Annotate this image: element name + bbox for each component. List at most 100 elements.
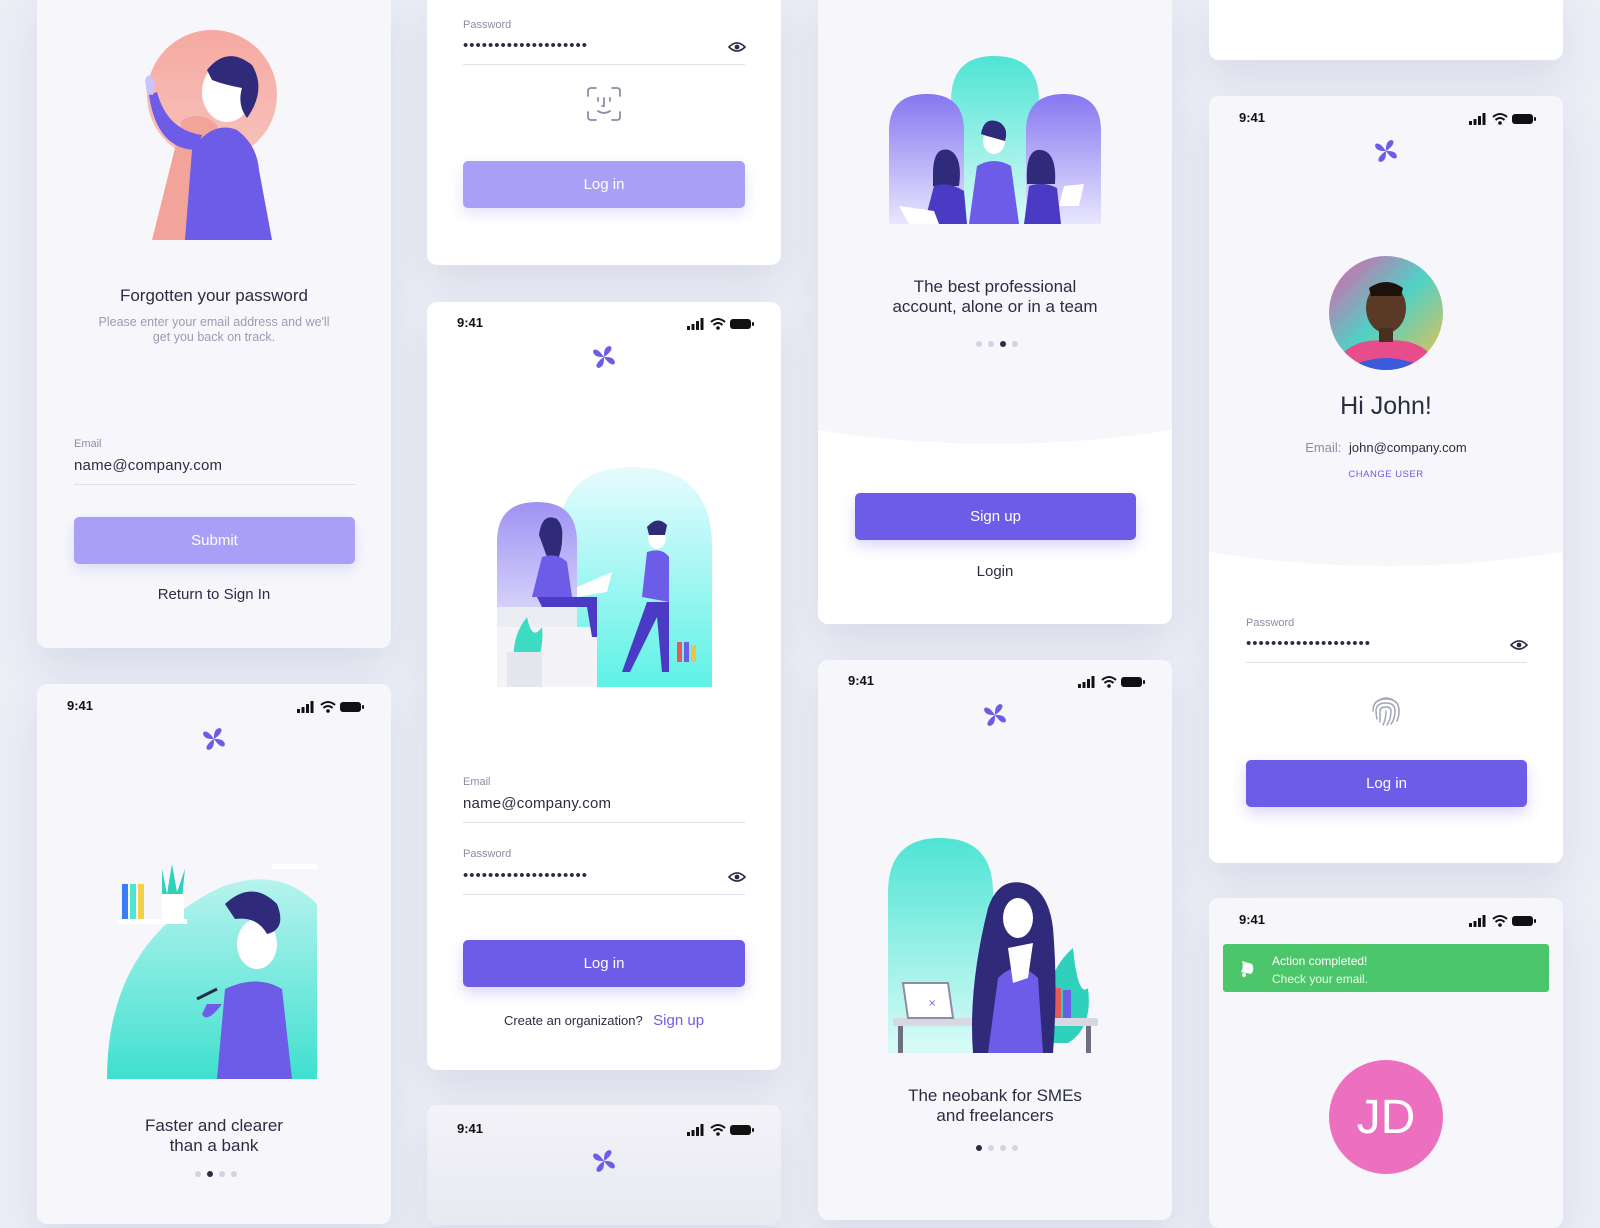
status-icons	[1469, 112, 1537, 126]
password-underline	[1246, 662, 1527, 663]
status-time: 9:41	[457, 1121, 484, 1136]
forgot-subtitle-line1: Please enter your email address and we'l…	[98, 315, 330, 329]
email-underline	[74, 484, 355, 485]
login-button[interactable]: Log in	[463, 940, 745, 987]
onboarding-team-screen: The best professional account, alone or …	[818, 0, 1172, 624]
eye-icon[interactable]	[1510, 639, 1528, 651]
avatar-initials: JD	[1356, 1090, 1416, 1144]
neobank-illustration: ×	[888, 838, 1098, 1053]
logo-icon	[201, 726, 227, 752]
fingerprint-icon[interactable]	[1369, 693, 1403, 727]
status-icons	[687, 1123, 755, 1137]
submit-button[interactable]: Submit	[74, 517, 355, 564]
password-field[interactable]: ••••••••••••••••••••	[463, 37, 588, 54]
change-user-link[interactable]: CHANGE USER	[1209, 469, 1563, 480]
svg-text:×: ×	[928, 998, 936, 1009]
bell-icon	[1241, 961, 1254, 977]
page-dot	[988, 341, 994, 347]
login-link[interactable]: Login	[818, 563, 1172, 580]
neobank-title-line1: The neobank for SMEs	[908, 1086, 1082, 1105]
sign-up-button[interactable]: Sign up	[855, 493, 1136, 540]
waving-person-illustration	[145, 30, 277, 240]
eye-icon[interactable]	[728, 871, 746, 883]
status-time: 9:41	[67, 698, 94, 713]
onboarding-neobank-screen: 9:41 × The neobank for SMEs and freelanc…	[818, 660, 1172, 1220]
email-label: Email:	[1305, 440, 1342, 455]
team-title-line1: The best professional	[913, 277, 1077, 296]
email-field[interactable]: name@company.com	[463, 795, 611, 812]
logo-icon	[1373, 138, 1399, 164]
top-right-screen	[1209, 0, 1563, 60]
coworkers-illustration	[497, 467, 712, 687]
faster-title-line1: Faster and clearer	[145, 1116, 283, 1135]
create-org-text: Create an organization?	[503, 1013, 643, 1028]
sign-up-link[interactable]: Sign up	[653, 1012, 704, 1029]
face-id-icon[interactable]	[586, 86, 622, 122]
welcome-back-screen: 9:41 Hi John! Email: john@company.com CH…	[1209, 96, 1563, 863]
status-time: 9:41	[457, 315, 484, 330]
team-illustration	[889, 56, 1101, 224]
status-bar: 9:41	[37, 698, 391, 718]
password-underline	[463, 64, 745, 65]
greeting: Hi John!	[1340, 392, 1432, 420]
splash-screen: 9:41	[427, 1105, 781, 1225]
toast-title: Action completed!	[1272, 954, 1368, 968]
login-screen: 9:41 Email name@company.com Password •••…	[427, 302, 781, 1070]
password-label: Password	[463, 19, 512, 31]
page-dot	[988, 1145, 994, 1151]
faster-title-line2: than a bank	[169, 1136, 259, 1155]
status-icons	[1469, 914, 1537, 928]
status-bar: 9:41	[427, 315, 781, 335]
status-time: 9:41	[848, 673, 875, 688]
page-dot	[195, 1171, 201, 1177]
status-bar: 9:41	[818, 673, 1172, 693]
forgot-subtitle-line2: get you back on track.	[152, 330, 276, 344]
email-label: Email	[74, 438, 102, 450]
neobank-title-line2: and freelancers	[936, 1106, 1054, 1125]
email-label: Email	[463, 776, 491, 788]
page-indicator	[976, 1145, 1018, 1151]
email-field[interactable]: name@company.com	[74, 457, 222, 474]
page-dot-active	[1000, 341, 1006, 347]
toast-message: Check your email.	[1272, 972, 1369, 986]
page-dot-active	[207, 1171, 213, 1177]
page-dot	[976, 341, 982, 347]
email-value: john@company.com	[1349, 440, 1467, 455]
notification-screen: 9:41 Action completed! Check your email.…	[1209, 898, 1563, 1228]
page-dot-active	[976, 1145, 982, 1151]
user-photo-avatar[interactable]	[1329, 256, 1443, 370]
create-org-row: Create an organization? Sign up	[427, 1012, 781, 1030]
page-indicator	[195, 1171, 237, 1177]
face-login-button[interactable]: Log in	[463, 161, 745, 208]
status-icons	[1078, 675, 1146, 689]
page-dot	[1012, 1145, 1018, 1151]
email-row: Email: john@company.com	[1209, 440, 1563, 455]
writing-person-illustration	[107, 864, 317, 1079]
page-dot	[219, 1171, 225, 1177]
logo-icon	[591, 344, 617, 370]
status-icons	[297, 700, 365, 714]
status-time: 9:41	[1239, 912, 1266, 927]
status-time: 9:41	[1239, 110, 1266, 125]
return-to-sign-in-link[interactable]: Return to Sign In	[37, 586, 391, 603]
face-id-login-screen: Password •••••••••••••••••••• Log in	[427, 0, 781, 265]
team-title-line2: account, alone or in a team	[892, 297, 1098, 316]
status-bar: 9:41	[1209, 912, 1563, 932]
page-indicator	[976, 341, 1018, 347]
password-field[interactable]: ••••••••••••••••••••	[463, 867, 588, 884]
forgot-password-screen: Forgotten your password Please enter you…	[37, 0, 391, 648]
eye-icon[interactable]	[728, 41, 746, 53]
logo-icon	[591, 1148, 617, 1174]
success-toast[interactable]: Action completed! Check your email.	[1223, 944, 1549, 992]
page-dot	[231, 1171, 237, 1177]
status-bar: 9:41	[1209, 110, 1563, 130]
status-icons	[687, 317, 755, 331]
initials-avatar[interactable]: JD	[1329, 1060, 1443, 1174]
logo-icon	[982, 702, 1008, 728]
email-underline	[463, 822, 745, 823]
login-button[interactable]: Log in	[1246, 760, 1527, 807]
page-dot	[1012, 341, 1018, 347]
password-label: Password	[1246, 617, 1295, 629]
password-field[interactable]: ••••••••••••••••••••	[1246, 635, 1371, 652]
forgot-title: Forgotten your password	[119, 286, 309, 305]
